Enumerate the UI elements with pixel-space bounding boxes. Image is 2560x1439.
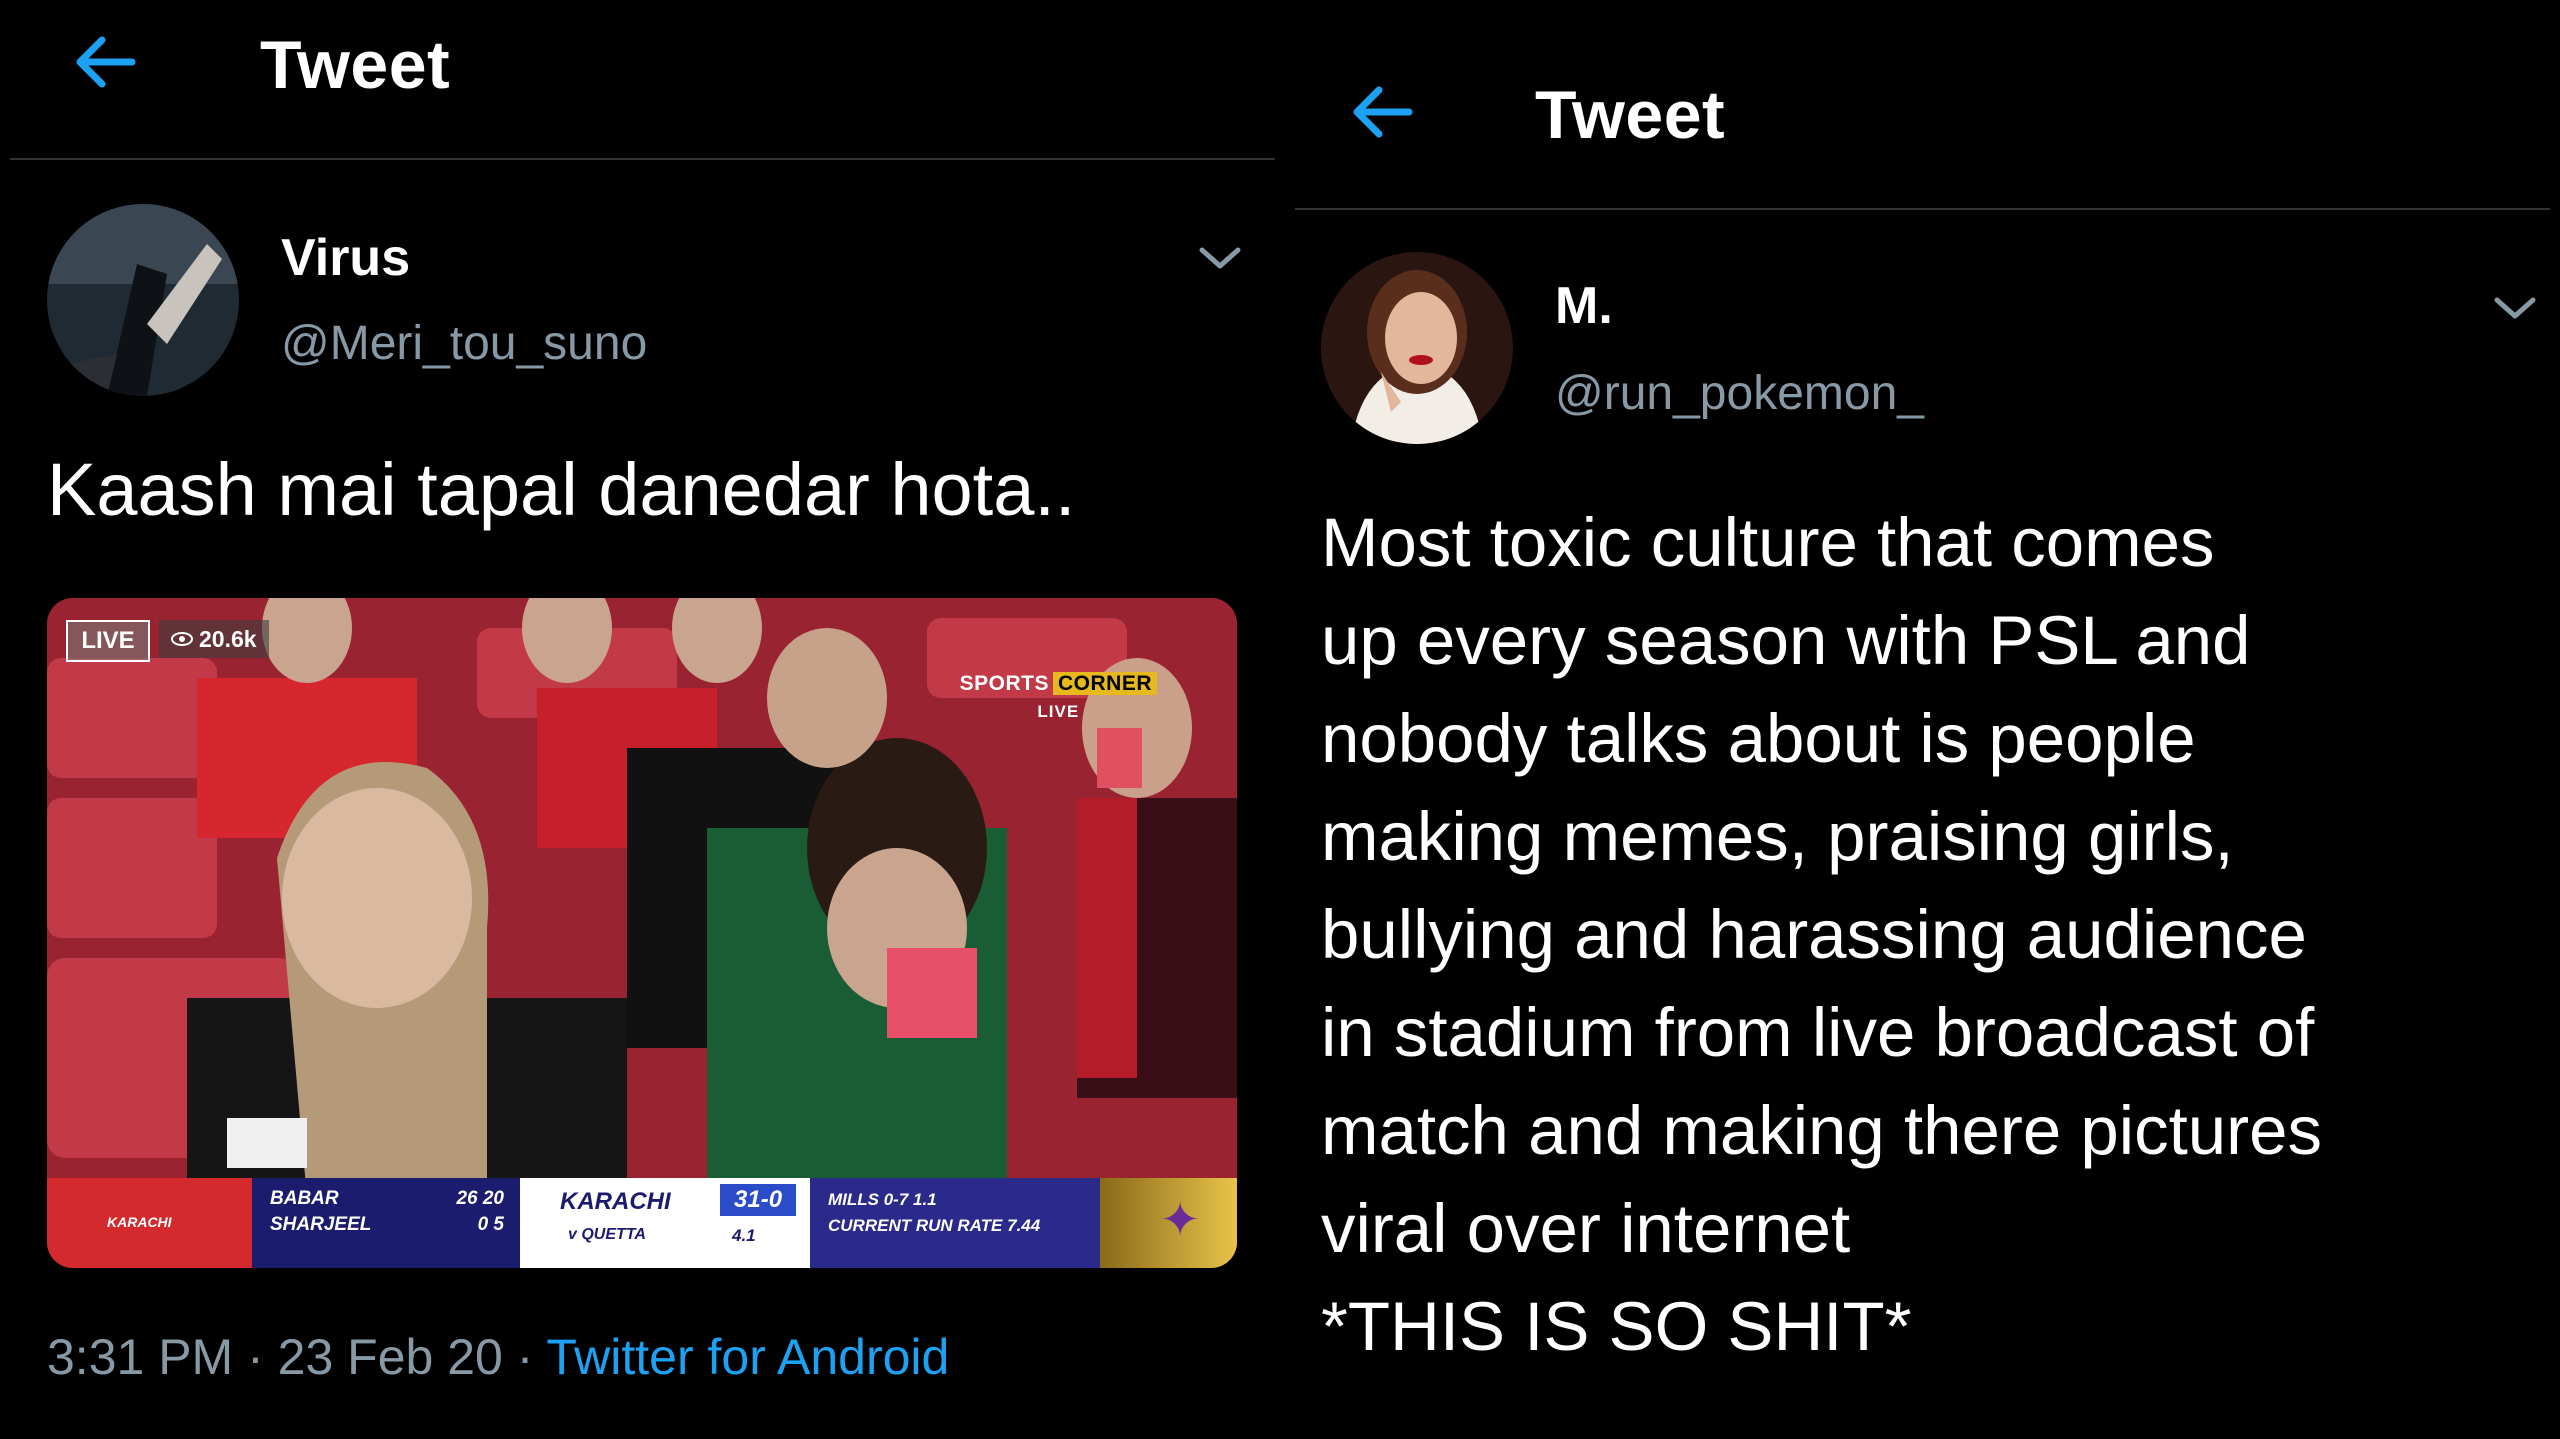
chevron-down-icon[interactable] xyxy=(1196,240,1244,276)
bowler-panel: MILLS 0-7 1.1 CURRENT RUN RATE 7.44 xyxy=(810,1178,1100,1268)
back-arrow-icon[interactable] xyxy=(70,32,136,92)
batsman-1: BABAR xyxy=(270,1188,339,1209)
overs: 4.1 xyxy=(732,1226,756,1245)
left-tweet-panel: Tweet Virus @Meri_tou_suno Kaash mai tap… xyxy=(0,0,1285,1439)
team-badge: KARACHI xyxy=(47,1178,252,1268)
tweet-meta: 3:31 PM · 23 Feb 20 · Twitter for Androi… xyxy=(47,1329,950,1385)
header-divider xyxy=(1295,208,2550,210)
tweet-date: 23 Feb 20 xyxy=(277,1329,503,1385)
view-count-value: 20.6k xyxy=(199,626,257,652)
channel-live-label: LIVE xyxy=(1037,702,1080,721)
batsman-1-score: 26 20 xyxy=(456,1188,504,1209)
tweet-text: Kaash mai tapal danedar hota.. xyxy=(47,448,1076,531)
author-name[interactable]: M. xyxy=(1555,276,1613,336)
tweet-source-link[interactable]: Twitter for Android xyxy=(546,1329,949,1385)
page-title: Tweet xyxy=(260,27,451,103)
channel-name-highlight: CORNER xyxy=(1052,672,1157,695)
tweet-time: 3:31 PM xyxy=(47,1329,234,1385)
chevron-down-icon[interactable] xyxy=(2491,290,2539,326)
right-tweet-panel: Tweet M. @run_pokemon_ Most toxic cultur… xyxy=(1285,0,2560,1439)
avatar[interactable] xyxy=(1321,252,1513,444)
back-arrow-icon[interactable] xyxy=(1347,82,1413,142)
author-handle[interactable]: @Meri_tou_suno xyxy=(281,316,647,371)
page-title: Tweet xyxy=(1535,77,1726,153)
tweet-media[interactable]: LIVE 20.6k SPORTS CORNER LIVE KARACHI BAB… xyxy=(47,598,1237,1268)
batting-team: KARACHI xyxy=(560,1188,671,1215)
team-badge-label: KARACHI xyxy=(107,1214,172,1230)
live-badge: LIVE xyxy=(66,620,150,662)
view-count: 20.6k xyxy=(159,620,269,658)
header-divider xyxy=(10,158,1275,160)
scoreboard: KARACHI BABAR 26 20 SHARJEEL 0 5 KARACHI v… xyxy=(47,1178,1237,1268)
opponent-logo: ✦ xyxy=(1100,1178,1237,1268)
team-score: 31-0 xyxy=(720,1184,797,1216)
eye-icon xyxy=(171,632,193,646)
author-handle[interactable]: @run_pokemon_ xyxy=(1555,366,1924,421)
run-rate: CURRENT RUN RATE 7.44 xyxy=(828,1216,1041,1235)
match-score-panel: KARACHI v QUETTA 31-0 4.1 xyxy=(520,1178,810,1268)
opponent: v QUETTA xyxy=(568,1226,646,1243)
batsmen-panel: BABAR 26 20 SHARJEEL 0 5 xyxy=(252,1178,520,1268)
avatar[interactable] xyxy=(47,204,239,396)
batsman-2-score: 0 5 xyxy=(477,1214,504,1235)
batsman-2: SHARJEEL xyxy=(270,1214,372,1235)
bowler: MILLS 0-7 1.1 xyxy=(828,1190,937,1209)
author-name[interactable]: Virus xyxy=(281,228,410,288)
channel-name: SPORTS xyxy=(959,672,1049,695)
opponent-logo-icon: ✦ xyxy=(1160,1194,1201,1247)
channel-logo: SPORTS CORNER LIVE xyxy=(960,672,1157,722)
tweet-text: Most toxic culture that comes up every s… xyxy=(1321,504,2323,1365)
